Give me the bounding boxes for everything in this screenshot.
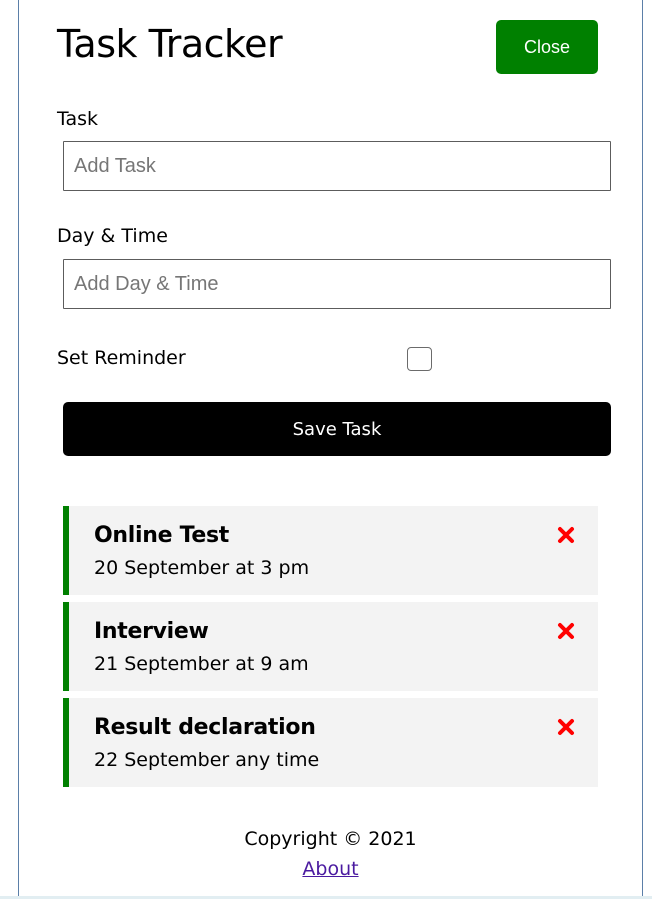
task-day: 20 September at 3 pm <box>94 557 310 579</box>
task-input[interactable] <box>63 141 611 191</box>
x-icon[interactable] <box>552 713 580 741</box>
reminder-checkbox[interactable] <box>407 347 432 371</box>
reminder-label: Set Reminder <box>57 347 186 369</box>
page: Task Tracker Close Task Day & Time Set R… <box>0 0 652 899</box>
task-item[interactable]: Online Test 20 September at 3 pm <box>63 506 598 595</box>
task-label: Task <box>57 108 99 130</box>
day-time-label: Day & Time <box>57 225 168 247</box>
about-link-wrapper: About <box>0 858 652 880</box>
x-icon[interactable] <box>552 521 580 549</box>
task-title: Result declaration <box>94 715 316 740</box>
task-title: Online Test <box>94 523 230 548</box>
task-day: 21 September at 9 am <box>94 653 309 675</box>
copyright-text: Copyright © 2021 <box>244 828 417 850</box>
task-item[interactable]: Interview 21 September at 9 am <box>63 602 598 691</box>
task-day: 22 September any time <box>94 749 320 771</box>
x-icon[interactable] <box>552 617 580 645</box>
save-task-button[interactable]: Save Task <box>63 402 611 456</box>
task-item[interactable]: Result declaration 22 September any time <box>63 698 598 787</box>
page-title: Task Tracker <box>57 22 283 66</box>
day-time-input[interactable] <box>63 259 611 309</box>
close-button[interactable]: Close <box>496 20 598 74</box>
task-title: Interview <box>94 619 209 644</box>
about-link[interactable]: About <box>302 858 358 880</box>
